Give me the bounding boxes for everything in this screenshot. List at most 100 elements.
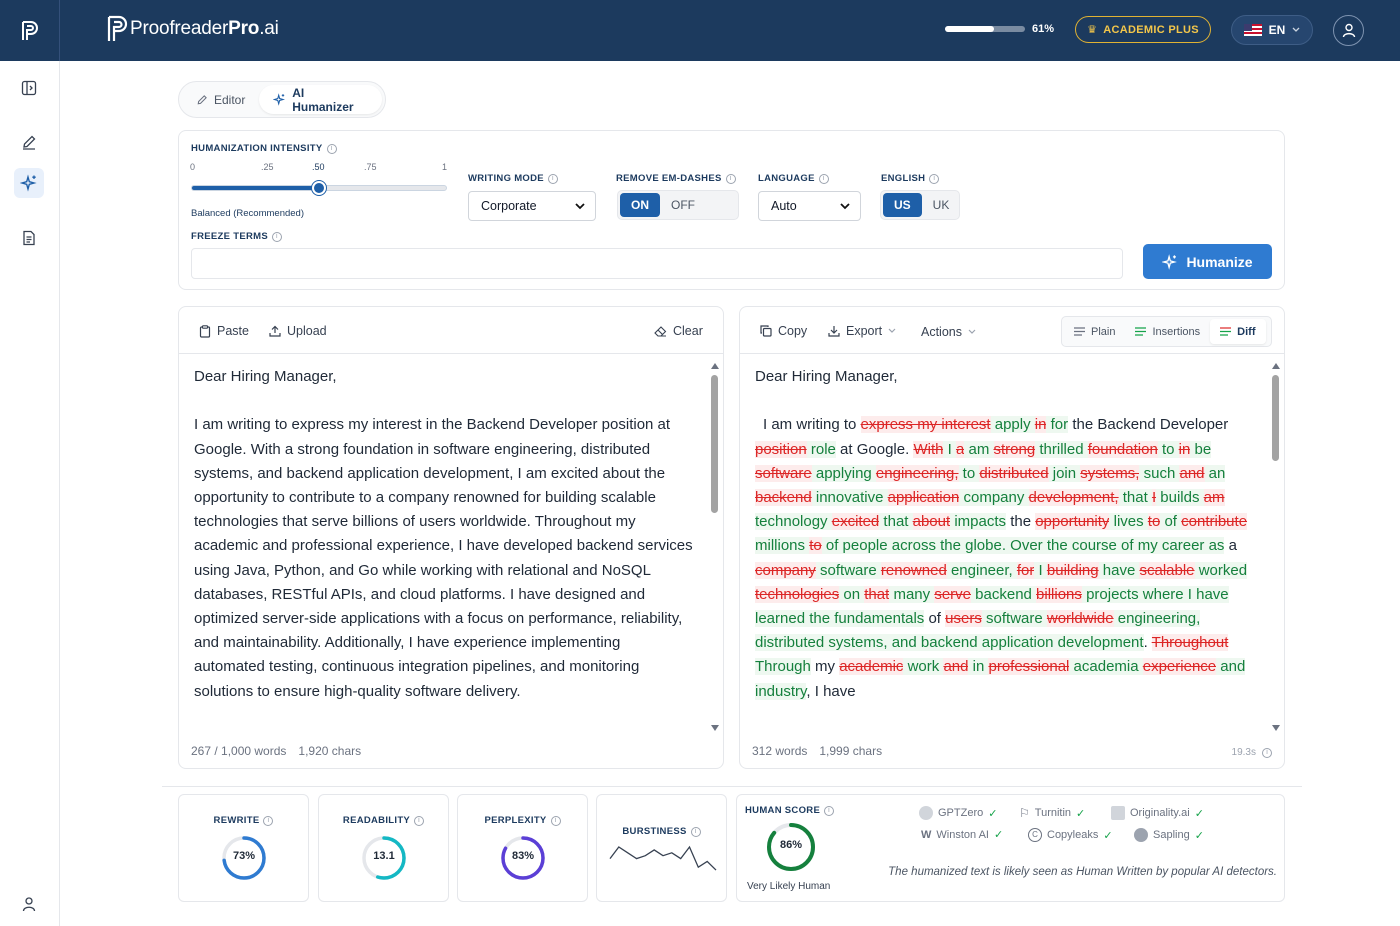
sidebar-item-humanizer[interactable] [14,168,44,198]
deleted-text: to [1147,513,1161,531]
inserted-text: have [1098,561,1140,579]
sidebar-item-documents[interactable] [14,223,44,253]
language-value: Auto [771,199,797,213]
input-text-area[interactable]: Dear Hiring Manager, I am writing to exp… [194,365,694,735]
input-greeting: Dear Hiring Manager, [194,368,337,385]
info-icon[interactable]: i [929,173,940,184]
info-icon[interactable]: i [263,815,274,826]
deleted-text: users [945,610,982,628]
info-icon[interactable]: i [326,143,337,154]
check-icon: ✓ [988,807,998,820]
scroll-down-icon[interactable] [711,725,719,731]
info-icon[interactable]: i [824,805,835,816]
language-selector[interactable]: EN [1231,15,1313,45]
copy-button[interactable]: Copy [760,324,807,338]
plan-badge[interactable]: ♛ ACADEMIC PLUS [1075,16,1211,43]
copy-icon [760,325,772,337]
detector-winston: W Winston AI ✓ [921,828,1004,842]
scroll-up-icon[interactable] [1272,363,1280,369]
deleted-text: scalable [1139,561,1195,579]
inserted-text: millions [755,537,810,555]
deleted-text: opportunity [1035,513,1110,531]
chevron-down-icon [968,329,976,334]
info-icon[interactable]: i [550,815,561,826]
tab-ai-humanizer[interactable]: AI Humanizer [259,85,382,114]
scroll-up-icon[interactable] [711,363,719,369]
human-score-value: 86% [779,839,803,851]
em-dash-on[interactable]: ON [620,193,660,217]
humanize-button[interactable]: Humanize [1143,244,1272,279]
deleted-text: that [864,585,890,603]
view-diff[interactable]: Diff [1210,319,1266,344]
burstiness-label: BURSTINESS i [597,826,726,837]
info-icon[interactable]: i [818,173,829,184]
burstiness-card: BURSTINESS i [596,794,727,902]
scroll-down-icon[interactable] [1272,725,1280,731]
view-plain[interactable]: Plain [1064,319,1125,344]
brand-logo[interactable]: Proofreader Pro .ai [106,15,279,43]
plan-label: ACADEMIC PLUS [1103,23,1199,36]
detector-gptzero: GPTZero ✓ [919,806,997,820]
paste-button[interactable]: Paste [199,324,249,338]
scroll-thumb[interactable] [711,375,718,513]
view-insertions[interactable]: Insertions [1125,319,1210,344]
info-icon[interactable]: i [690,826,701,837]
output-word-count: 312 words [752,744,808,758]
inserted-text: thrilled [1035,440,1088,458]
output-diff-text: I am writing to express my interest appl… [755,413,1255,703]
divider [162,786,1302,787]
writing-mode-select[interactable]: Corporate [468,191,596,221]
sidebar-item-editor[interactable] [14,127,44,157]
info-icon[interactable]: i [1262,747,1272,758]
info-icon[interactable]: i [547,173,558,184]
inserted-text: work [903,658,944,676]
account-button[interactable] [1333,15,1364,46]
inserted-text: in [968,658,989,676]
deleted-text: contribute [1181,513,1248,531]
export-button[interactable]: Export [828,324,896,338]
intensity-slider-thumb[interactable] [312,181,326,195]
info-icon[interactable]: i [271,231,282,242]
deleted-text: systems, [1080,464,1140,482]
tab-editor[interactable]: Editor [182,85,259,114]
rewrite-card: REWRITE i 73% [178,794,309,902]
inserted-text: that [879,513,913,531]
input-panel: Paste Upload Clear Dear Hiring Manager, … [178,306,724,769]
winston-icon: W [921,828,932,841]
english-us[interactable]: US [883,193,922,217]
inserted-text: software [815,561,881,579]
info-icon[interactable]: i [725,173,736,184]
detector-originality: Originality.ai ✓ [1111,806,1204,820]
inserted-text: such [1139,464,1180,482]
inserted-text: role [806,440,836,458]
freeze-terms-input[interactable] [191,248,1123,279]
clipboard-icon [199,324,211,338]
unchanged-text: I am writing to [763,416,861,434]
rewrite-label: REWRITE i [179,815,308,826]
deleted-text: and [943,658,969,676]
output-text-area[interactable]: Dear Hiring Manager, I am writing to exp… [755,365,1255,735]
input-scrollbar[interactable] [711,363,719,733]
view-mode-toggle: Plain Insertions Diff [1061,316,1272,347]
input-body: I am writing to express my interest in t… [194,416,693,700]
language-select[interactable]: Auto [758,191,861,221]
inserted-text: software [981,610,1047,628]
clear-button[interactable]: Clear [654,324,703,338]
upload-button[interactable]: Upload [269,324,327,338]
english-uk[interactable]: UK [922,193,961,217]
sidebar-toggle[interactable] [14,73,44,103]
app-logo-icon[interactable] [0,0,60,61]
inserted-text: that [1118,489,1152,506]
inserted-text: applying [811,464,876,482]
deleted-text: worldwide [1046,610,1114,628]
sidebar [0,61,60,926]
sidebar-item-profile[interactable] [14,889,44,919]
actions-button[interactable]: Actions [921,325,976,339]
em-dash-off[interactable]: OFF [660,193,706,217]
sparkle-icon [1162,253,1178,270]
freeze-terms-label: FREEZE TERMS i [191,231,282,242]
output-scrollbar[interactable] [1272,363,1280,733]
scroll-thumb[interactable] [1272,375,1279,461]
info-icon[interactable]: i [414,815,425,826]
inserted-text: be [1190,440,1212,458]
